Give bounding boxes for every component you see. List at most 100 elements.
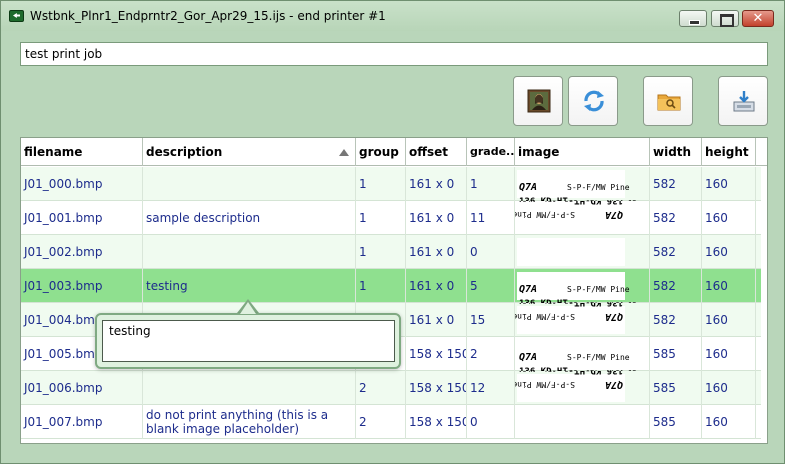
export-button[interactable] <box>718 76 768 126</box>
column-header-description[interactable]: description <box>143 138 356 166</box>
cell-offset[interactable]: 158 x 150 <box>406 405 467 439</box>
cell-filename[interactable]: J01_003.bmp <box>21 269 143 303</box>
cell-offset[interactable]: 161 x 0 <box>406 303 467 337</box>
table-row[interactable]: J01_002.bmp 1 161 x 0 0 582 160 <box>21 235 761 269</box>
label-thumbnail-image: Q7AS-P-F/MW Pine136 KD-HT2Com&Btr NLGA-1… <box>517 272 636 303</box>
cell-grade[interactable]: 0 <box>467 405 515 439</box>
maximize-button[interactable] <box>711 10 739 27</box>
cell-description[interactable] <box>143 371 356 405</box>
cell-height[interactable]: 160 <box>702 167 756 201</box>
cell-filename[interactable]: J01_007.bmp <box>21 405 143 439</box>
cell-offset[interactable]: 161 x 0 <box>406 167 467 201</box>
close-button[interactable]: ✕ <box>742 10 774 27</box>
cell-grade[interactable]: 12 <box>467 371 515 405</box>
cell-description[interactable] <box>143 167 356 201</box>
cell-group[interactable]: 2 <box>356 405 406 439</box>
cell-height[interactable]: 160 <box>702 269 756 303</box>
table-row[interactable]: J01_006.bmp 2158 x 15012Q7AS-P-F/MW Pine1… <box>21 371 761 405</box>
cell-description[interactable]: sample description <box>143 201 356 235</box>
title-bar[interactable]: Wstbnk_Plnr1_Endprntr2_Gor_Apr29_15.ijs … <box>1 1 784 31</box>
cell-height[interactable]: 160 <box>702 303 756 337</box>
label-thumbnail-image: Q7AS-P-F/MW Pine136 KD-HT2Com&Btr NLGA-1… <box>517 340 636 371</box>
cell-offset[interactable]: 158 x 150 <box>406 337 467 371</box>
cell-height[interactable]: 160 <box>702 235 756 269</box>
label-thumbnail-image: Q7AS-P-F/MW Pine136 KD-HT2Com&Btr NLGA-1… <box>515 371 625 402</box>
sort-ascending-icon <box>339 149 349 156</box>
cell-width[interactable]: 582 <box>650 303 702 337</box>
cell-grade[interactable]: 2 <box>467 337 515 371</box>
cell-group[interactable]: 1 <box>356 235 406 269</box>
label-thumbnail-image: Q7AS-P-F/MW Pine136 KD-HT2Com&Btr NLGA-1… <box>515 201 625 232</box>
table-row[interactable]: J01_003.bmp testing 1 161 x 0 5 Q7A S-P-F/MW P… <box>21 269 761 303</box>
cell-image[interactable] <box>515 405 650 439</box>
cell-group[interactable]: 1 <box>356 269 406 303</box>
cell-description[interactable]: do not print anything (this is a blank i… <box>143 405 356 439</box>
table-row[interactable]: J01_000.bmp1161 x 01Q7AS-P-F/MW Pine136 … <box>21 167 761 201</box>
open-folder-button[interactable] <box>643 76 693 126</box>
app-window: Wstbnk_Plnr1_Endprntr2_Gor_Apr29_15.ijs … <box>0 0 785 464</box>
label-thumbnail-image: Q7AS-P-F/MW Pine136 KD-HT2Com&Btr NLGA-1… <box>515 303 625 334</box>
files-table[interactable]: filename description group offset grade.… <box>20 137 768 444</box>
cell-image[interactable]: Q7AS-P-F/MW Pine136 KD-HT2Com&Btr NLGA-1… <box>515 337 650 371</box>
cell-width[interactable]: 582 <box>650 269 702 303</box>
refresh-button[interactable] <box>568 76 618 126</box>
cell-offset[interactable]: 161 x 0 <box>406 201 467 235</box>
cell-image[interactable]: Q7AS-P-F/MW Pine136 KD-HT2Com&Btr NLGA-1… <box>515 371 650 405</box>
column-header-height[interactable]: height <box>702 138 756 166</box>
cell-group[interactable]: 2 <box>356 371 406 405</box>
cell-grade[interactable]: 11 <box>467 201 515 235</box>
column-header-filename[interactable]: filename <box>21 138 143 166</box>
app-icon[interactable] <box>9 10 24 22</box>
table-row[interactable]: J01_001.bmp sample description 1 161 x 0 11 Q… <box>21 201 761 235</box>
cell-group[interactable]: 1 <box>356 167 406 201</box>
cell-description[interactable] <box>143 235 356 269</box>
column-header-image[interactable]: image <box>515 138 650 166</box>
column-header-width[interactable]: width <box>650 138 702 166</box>
cell-width[interactable]: 585 <box>650 405 702 439</box>
column-header-offset[interactable]: offset <box>406 138 467 166</box>
cell-width[interactable]: 585 <box>650 371 702 405</box>
cell-group[interactable]: 1 <box>356 201 406 235</box>
label-art-text: 2Com&Btr NLGA-13 <box>515 303 573 318</box>
cell-offset[interactable]: 158 x 150 <box>406 371 467 405</box>
tooltip-text: testing <box>102 320 395 362</box>
cell-offset[interactable]: 161 x 0 <box>406 269 467 303</box>
cell-filename[interactable]: J01_006.bmp <box>21 371 143 405</box>
cell-width[interactable]: 582 <box>650 201 702 235</box>
table-row[interactable]: J01_007.bmp do not print anything (this i… <box>21 405 761 439</box>
cell-image[interactable]: Q7AS-P-F/MW Pine136 KD-HT2Com&Btr NLGA-1… <box>515 303 650 337</box>
cell-grade[interactable]: 5 <box>467 269 515 303</box>
cell-width[interactable]: 582 <box>650 235 702 269</box>
label-thumbnail-image: Q7AS-P-F/MW Pine136 KD-HT2Com&Btr NLGA-1… <box>517 170 636 201</box>
cell-filename[interactable]: J01_001.bmp <box>21 201 143 235</box>
cell-height[interactable]: 160 <box>702 201 756 235</box>
cell-description[interactable]: testing <box>143 269 356 303</box>
cell-height[interactable]: 160 <box>702 371 756 405</box>
minimize-icon <box>680 11 706 26</box>
cell-height[interactable]: 160 <box>702 405 756 439</box>
column-header-group[interactable]: group <box>356 138 406 166</box>
tooltip-pointer-fill <box>240 302 256 314</box>
refresh-icon <box>584 90 604 112</box>
cell-image[interactable]: Q7AS-P-F/MW Pine136 KD-HT2Com&Btr NLGA-1… <box>515 269 650 303</box>
cell-filename[interactable]: J01_000.bmp <box>21 167 143 201</box>
column-header-grade[interactable]: grade... <box>467 138 515 166</box>
label-art-text: 2Com&Btr NLGA-13 <box>515 201 573 216</box>
cell-height[interactable]: 160 <box>702 337 756 371</box>
label-art-text: 136 KD-HT <box>519 355 568 371</box>
cell-grade[interactable]: 0 <box>467 235 515 269</box>
cell-width[interactable]: 582 <box>650 167 702 201</box>
cell-grade[interactable]: 1 <box>467 167 515 201</box>
cell-filename[interactable]: J01_002.bmp <box>21 235 143 269</box>
cell-image[interactable]: Q7AS-P-F/MW Pine136 KD-HT2Com&Btr NLGA-1… <box>515 201 650 235</box>
cell-grade[interactable]: 15 <box>467 303 515 337</box>
cell-image[interactable] <box>515 235 650 269</box>
cell-image[interactable]: Q7AS-P-F/MW Pine136 KD-HT2Com&Btr NLGA-1… <box>515 167 650 201</box>
close-icon: ✕ <box>752 11 764 26</box>
image-preview-button[interactable] <box>513 76 563 126</box>
label-art-text: 136 KD-HT <box>574 303 623 319</box>
minimize-button[interactable] <box>679 10 707 27</box>
job-name-input[interactable] <box>20 42 768 66</box>
cell-width[interactable]: 585 <box>650 337 702 371</box>
cell-offset[interactable]: 161 x 0 <box>406 235 467 269</box>
